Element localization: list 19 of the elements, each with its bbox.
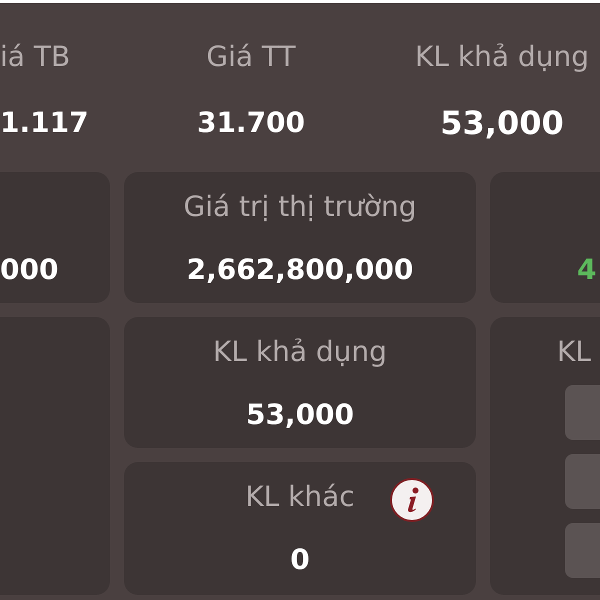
action-button[interactable] (565, 385, 600, 440)
stat-label: KL (557, 334, 591, 370)
summary-label: Giá TT (206, 39, 296, 75)
action-button[interactable] (565, 454, 600, 509)
summary-value: 31.700 (196, 105, 306, 141)
stat-label: Giá trị thị trường (184, 189, 416, 225)
stat-value: 2,662,800,000 (186, 252, 414, 288)
summary-label: iá TB (0, 39, 70, 75)
summary-value: 53,000 (440, 103, 564, 144)
stat-label: KL khác (245, 479, 355, 515)
stat-value: 0 (290, 542, 310, 578)
info-icon[interactable] (390, 478, 434, 522)
stat-value: 4 (577, 252, 596, 288)
stat-value: 000 (0, 252, 58, 288)
stat-label: KL khả dụng (213, 334, 387, 370)
summary-value: 1.117 (0, 105, 89, 141)
summary-label: KL khả dụng (415, 39, 589, 75)
stat-value: 53,000 (246, 397, 354, 433)
action-button[interactable] (565, 523, 600, 578)
